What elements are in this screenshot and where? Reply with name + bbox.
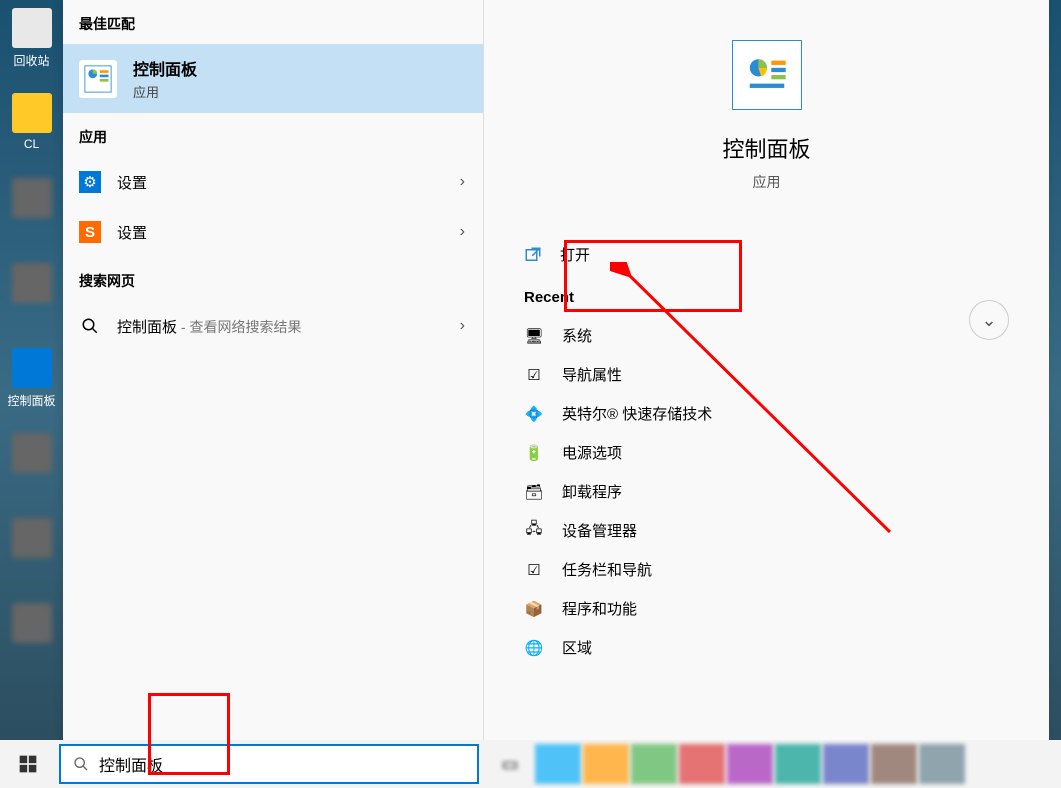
task-view-button[interactable]: ▭	[487, 744, 533, 784]
label: CL	[24, 137, 39, 151]
recent-item-taskbar[interactable]: ☑ 任务栏和导航	[484, 550, 1049, 589]
recent-item-navigation[interactable]: ☑ 导航属性	[484, 355, 1049, 394]
taskbar-icons: ▭	[487, 744, 965, 784]
open-icon	[524, 246, 542, 264]
app-item-settings[interactable]: ⚙ 设置 ›	[63, 157, 483, 207]
recent-list: 🖥 系统 ☑ 导航属性 💠 英特尔® 快速存储技术 🔋 电源选项 🗃 卸载程序 🖧 设备管理…	[484, 316, 1049, 667]
recent-item-uninstall[interactable]: 🗃 卸载程序	[484, 472, 1049, 511]
desktop-icon-recycle-bin[interactable]: 回收站	[0, 0, 63, 85]
details-subtitle: 应用	[753, 172, 781, 192]
start-search-panel: 最佳匹配 控制面板 应用 应用 ⚙ 设置 › S 设置 › 搜	[63, 0, 1049, 740]
check-icon: ☑	[524, 560, 544, 580]
chevron-right-icon: ›	[460, 317, 465, 335]
best-match-title: 控制面板	[133, 56, 197, 80]
power-icon: 🔋	[524, 443, 544, 463]
search-icon	[79, 315, 101, 337]
recent-item-power[interactable]: 🔋 电源选项	[484, 433, 1049, 472]
start-button[interactable]	[0, 740, 55, 788]
windows-icon	[18, 754, 38, 774]
desktop-icon-generic[interactable]	[0, 255, 63, 340]
web-search-item[interactable]: 控制面板 - 查看网络搜索结果 ›	[63, 301, 483, 351]
recent-item-system[interactable]: 🖥 系统	[484, 316, 1049, 355]
monitor-icon: 🖥	[524, 326, 544, 346]
taskbar-app[interactable]	[727, 744, 773, 784]
search-input[interactable]	[99, 755, 465, 773]
recent-label: 程序和功能	[562, 598, 637, 619]
recent-item-intel-rst[interactable]: 💠 英特尔® 快速存储技术	[484, 394, 1049, 433]
open-label: 打开	[560, 244, 590, 265]
results-left-column: 最佳匹配 控制面板 应用 应用 ⚙ 设置 › S 设置 › 搜	[63, 0, 484, 740]
best-match-subtitle: 应用	[133, 82, 197, 101]
uninstall-icon: 🗃	[524, 482, 544, 502]
program-icon: 📦	[524, 599, 544, 619]
details-actions: 打开	[484, 232, 1049, 277]
desktop-icon-generic[interactable]	[0, 425, 63, 510]
globe-icon: 🌐	[524, 638, 544, 658]
section-best-match-label: 最佳匹配	[63, 0, 483, 44]
recent-label: 任务栏和导航	[562, 559, 652, 580]
recent-section-label: Recent	[484, 289, 614, 306]
app-item-sogou-settings[interactable]: S 设置 ›	[63, 207, 483, 257]
taskbar-app[interactable]	[775, 744, 821, 784]
check-icon: ☑	[524, 365, 544, 385]
taskbar-app[interactable]	[583, 744, 629, 784]
settings-icon: ⚙	[79, 171, 101, 193]
label: 控制面板	[7, 392, 55, 409]
desktop-icons: 回收站 CL 控制面板	[0, 0, 63, 680]
desktop-icon-generic[interactable]	[0, 510, 63, 595]
recent-label: 系统	[562, 325, 592, 346]
taskbar: ▭	[0, 740, 1061, 788]
expand-button[interactable]: ⌄	[969, 300, 1009, 340]
taskbar-app[interactable]	[919, 744, 965, 784]
recent-label: 电源选项	[562, 442, 622, 463]
taskbar-app[interactable]	[871, 744, 917, 784]
chip-icon: 💠	[524, 404, 544, 424]
device-icon: 🖧	[524, 521, 544, 541]
desktop-icon-control-panel[interactable]: 控制面板	[0, 340, 63, 425]
web-item-label: 控制面板 - 查看网络搜索结果	[117, 316, 301, 337]
recent-label: 卸载程序	[562, 481, 622, 502]
recent-item-device-mgr[interactable]: 🖧 设备管理器	[484, 511, 1049, 550]
recent-label: 导航属性	[562, 364, 622, 385]
chevron-right-icon: ›	[460, 173, 465, 191]
recent-label: 区域	[562, 637, 592, 658]
desktop-icon-generic[interactable]	[0, 595, 63, 680]
recent-item-region[interactable]: 🌐 区域	[484, 628, 1049, 667]
details-title: 控制面板	[722, 132, 810, 164]
recent-label: 英特尔® 快速存储技术	[562, 403, 712, 424]
results-details-column: 控制面板 应用 打开 ⌄ Recent 🖥 系统 ☑ 导航属性 💠 英特尔® 快速存储…	[484, 0, 1049, 740]
recent-label: 设备管理器	[562, 520, 637, 541]
taskbar-app[interactable]	[535, 744, 581, 784]
desktop-icon-generic[interactable]	[0, 170, 63, 255]
taskbar-app[interactable]	[823, 744, 869, 784]
control-panel-large-icon	[732, 40, 802, 110]
app-item-label: 设置	[117, 172, 147, 193]
section-apps-label: 应用	[63, 113, 483, 157]
control-panel-icon	[79, 60, 117, 98]
taskbar-app[interactable]	[679, 744, 725, 784]
search-icon	[73, 756, 89, 772]
chevron-right-icon: ›	[460, 223, 465, 241]
best-match-text: 控制面板 应用	[133, 56, 197, 101]
recent-item-programs[interactable]: 📦 程序和功能	[484, 589, 1049, 628]
desktop-icon-folder[interactable]: CL	[0, 85, 63, 170]
taskbar-search[interactable]	[59, 744, 479, 784]
chevron-down-icon: ⌄	[981, 310, 996, 331]
best-match-item[interactable]: 控制面板 应用	[63, 44, 483, 113]
desktop: 回收站 CL 控制面板 最佳匹配 控制面板 应用 应用 ⚙ 设置	[0, 0, 1061, 788]
sogou-icon: S	[79, 221, 101, 243]
open-action[interactable]: 打开	[484, 232, 1049, 277]
taskbar-app[interactable]	[631, 744, 677, 784]
app-item-label: 设置	[117, 222, 147, 243]
section-web-label: 搜索网页	[63, 257, 483, 301]
label: 回收站	[13, 52, 49, 69]
